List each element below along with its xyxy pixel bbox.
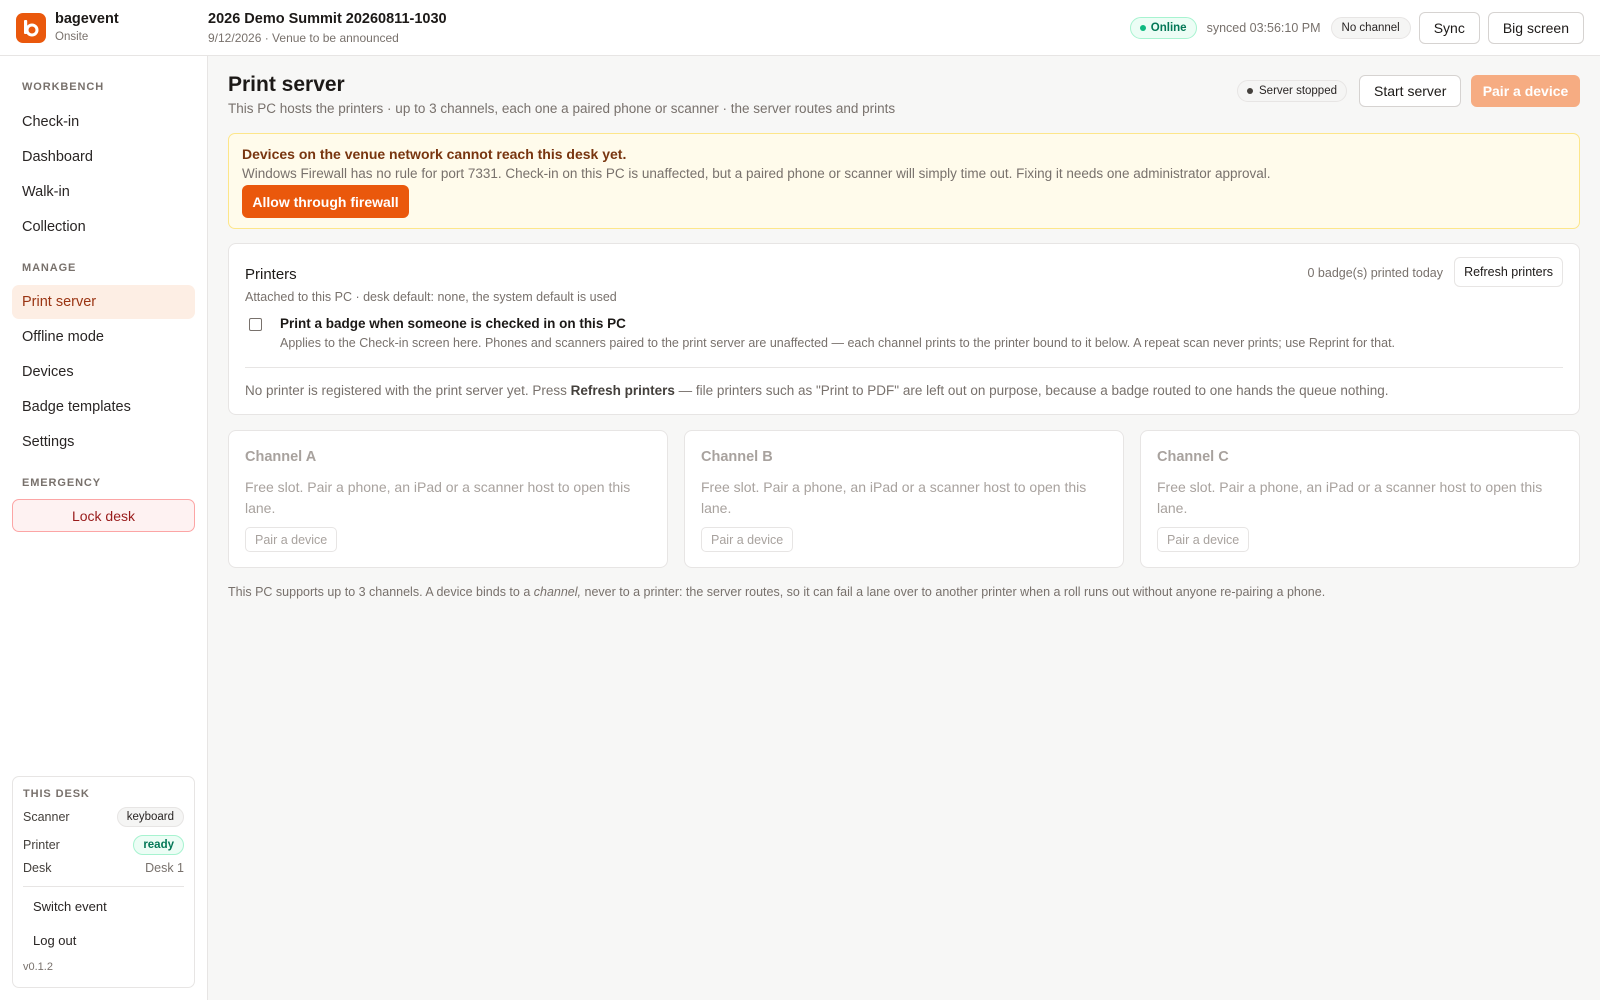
brand-mode: Onsite [55,31,89,43]
online-status-label: Online [1150,22,1187,34]
footnote-emphasis: channel, [533,585,582,599]
channel-card-c: Channel C Free slot. Pair a phone, an iP… [1140,430,1580,568]
badges-printed-count: 0 badge(s) printed today [1307,266,1443,280]
big-screen-button[interactable]: Big screen [1487,12,1584,44]
sidebar-item-walk-in[interactable]: Walk-in [12,175,195,209]
printer-status-badge: ready [133,835,184,855]
channel-title: Channel C [1157,449,1229,465]
status-dot-icon [1247,88,1253,94]
divider [23,886,184,887]
sync-button[interactable]: Sync [1418,12,1480,44]
event-title: 2026 Demo Summit 20260811-1030 [208,11,447,27]
top-bar: bagevent Onsite 2026 Demo Summit 2026081… [0,0,1600,56]
desk-info-card: THIS DESK Scanner keyboard Printer ready… [12,776,195,988]
checkbox-help-text: Applies to the Check-in screen here. Pho… [280,336,1396,350]
version-label: v0.1.2 [23,961,53,973]
scanner-label: Scanner [23,810,70,824]
desk-heading: THIS DESK [23,788,90,800]
server-status-badge: Server stopped [1237,80,1347,102]
page-title: Print server [228,73,345,96]
sync-timestamp: synced 03:56:10 PM [1206,21,1321,35]
printers-subtitle: Attached to this PC · desk default: none… [245,290,617,304]
bagevent-logo-icon [16,13,46,43]
note-text: No printer is registered with the print … [245,383,571,398]
desk-label: Desk [23,861,52,875]
brand-name: bagevent [55,11,119,27]
printers-title: Printers [245,266,297,283]
section-label-workbench: WORKBENCH [22,81,105,93]
sidebar: WORKBENCH Check-in Dashboard Walk-in Col… [0,56,208,1000]
channels-footnote: This PC supports up to 3 channels. A dev… [228,585,1325,599]
event-subtitle: 9/12/2026 · Venue to be announced [208,31,399,45]
lock-desk-button[interactable]: Lock desk [12,499,195,532]
divider [245,367,1563,368]
sidebar-item-dashboard[interactable]: Dashboard [12,140,195,174]
channel-description: Free slot. Pair a phone, an iPad or a sc… [701,479,1087,516]
channel-pair-button[interactable]: Pair a device [245,527,338,552]
channel-badge: No channel [1330,17,1411,39]
pair-device-button[interactable]: Pair a device [1471,75,1580,107]
section-label-manage: MANAGE [22,262,77,274]
channel-card-b: Channel B Free slot. Pair a phone, an iP… [684,430,1124,568]
refresh-printers-button[interactable]: Refresh printers [1454,257,1563,287]
sidebar-item-check-in[interactable]: Check-in [12,105,195,139]
note-text-end: — file printers such as "Print to PDF" a… [674,383,1389,398]
printer-label: Printer [23,838,60,852]
print-on-checkin-checkbox[interactable] [249,318,262,331]
start-server-button[interactable]: Start server [1359,75,1462,107]
sidebar-item-offline-mode[interactable]: Offline mode [12,320,195,354]
channel-title: Channel A [245,449,317,465]
scanner-badge: keyboard [116,807,184,827]
server-status-label: Server stopped [1259,85,1337,97]
note-bold-text: Refresh printers [570,383,675,398]
firewall-alert: Devices on the venue network cannot reac… [228,133,1580,229]
sidebar-item-badge-templates[interactable]: Badge templates [12,390,195,424]
online-status-badge: Online [1129,17,1197,39]
sidebar-item-devices[interactable]: Devices [12,355,195,389]
switch-event-button[interactable]: Switch event [33,899,107,914]
alert-text: Windows Firewall has no rule for port 73… [242,166,1271,181]
printers-card: Printers Attached to this PC · desk defa… [228,243,1580,415]
channel-pair-button[interactable]: Pair a device [1157,527,1250,552]
checkbox-label[interactable]: Print a badge when someone is checked in… [280,316,626,331]
channel-pair-button[interactable]: Pair a device [701,527,794,552]
allow-firewall-button[interactable]: Allow through firewall [242,185,409,218]
channel-description: Free slot. Pair a phone, an iPad or a sc… [245,479,631,516]
section-label-emergency: EMERGENCY [22,477,101,489]
sidebar-item-settings[interactable]: Settings [12,425,195,459]
desk-scanner-row: Scanner keyboard [23,807,184,827]
status-dot-icon [1139,25,1146,31]
no-printer-note: No printer is registered with the print … [245,383,1388,398]
alert-title: Devices on the venue network cannot reac… [242,146,627,162]
page-subtitle: This PC hosts the printers · up to 3 cha… [228,101,896,116]
footnote-text: This PC supports up to 3 channels. A dev… [228,585,534,599]
header-actions: Online synced 03:56:10 PM No channel Syn… [1129,12,1584,44]
channel-title: Channel B [701,449,773,465]
desk-printer-row: Printer ready [23,835,184,855]
channel-card-a: Channel A Free slot. Pair a phone, an iP… [228,430,668,568]
desk-value: Desk 1 [145,861,184,875]
channel-description: Free slot. Pair a phone, an iPad or a sc… [1157,479,1543,516]
sidebar-item-collection[interactable]: Collection [12,210,195,244]
sidebar-item-print-server[interactable]: Print server [12,285,195,319]
desk-name-row: Desk Desk 1 [23,861,184,875]
log-out-button[interactable]: Log out [33,933,76,948]
footnote-text-end: never to a printer: the server routes, s… [581,585,1326,599]
